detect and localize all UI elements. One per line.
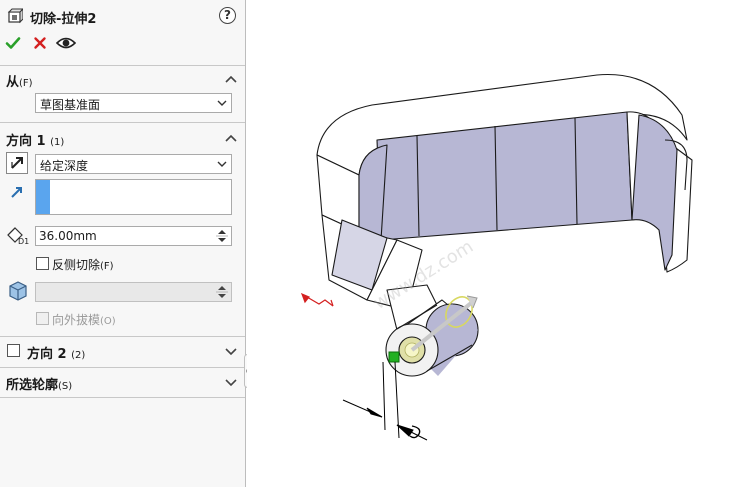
selected-contours-shortcut: (S) (58, 381, 73, 392)
triad-icon (300, 292, 334, 307)
divider (0, 65, 245, 66)
direction1-shortcut: (1) (50, 137, 65, 148)
cancel-x-icon[interactable] (32, 35, 48, 51)
end-condition-value: 给定深度 (40, 159, 89, 173)
draft-toggle-button[interactable] (6, 280, 28, 302)
start-condition-value: 草图基准面 (40, 98, 101, 112)
property-manager-panel: 切除-拉伸2 ? 从(F) 草图基准面 方向 1 (1) 给定深度 D1 36.… (0, 0, 246, 487)
start-condition-select[interactable]: 草图基准面 (35, 93, 232, 113)
spin-arrows-icon[interactable] (215, 284, 229, 300)
draft-angle-input[interactable] (35, 282, 232, 302)
draft-outward-text: 向外拔模 (52, 313, 101, 327)
direction2-label: 方向 2 (27, 347, 67, 362)
feature-title: 切除-拉伸2 (30, 12, 97, 27)
flip-side-shortcut: (F) (100, 261, 114, 272)
direction2-shortcut: (2) (71, 350, 86, 361)
divider (0, 336, 245, 337)
depth-dimension-icon: D1 (7, 227, 29, 245)
eye-icon[interactable] (56, 36, 76, 50)
divider (0, 397, 245, 398)
direction2-section-header[interactable]: 方向 2 (2) (27, 343, 85, 362)
direction1-label: 方向 1 (6, 134, 46, 149)
divider (0, 367, 245, 368)
selection-highlight (36, 180, 50, 214)
chevron-up-icon[interactable] (224, 74, 238, 84)
model-canvas[interactable]: www.dz.com (247, 0, 732, 487)
property-manager-header: 切除-拉伸2 ? (0, 0, 246, 32)
help-button[interactable]: ? (219, 7, 236, 24)
chevron-down-icon[interactable] (224, 377, 238, 387)
svg-text:D1: D1 (18, 237, 29, 245)
selected-contours-label: 所选轮廓 (6, 378, 59, 393)
direction-selection-box[interactable] (35, 179, 232, 215)
direction1-section-header[interactable]: 方向 1 (1) (6, 130, 64, 149)
spin-arrows-icon[interactable] (215, 228, 229, 244)
flip-side-text: 反侧切除 (52, 258, 101, 272)
direction2-checkbox[interactable] (7, 344, 20, 357)
from-section-label: 从 (6, 75, 20, 90)
draft-outward-checkbox[interactable] (36, 312, 49, 325)
draft-icon (9, 281, 27, 301)
solidworks-window: 切除-拉伸2 ? 从(F) 草图基准面 方向 1 (1) 给定深度 D1 36.… (0, 0, 732, 487)
chevron-down-icon[interactable] (224, 346, 238, 356)
extrude-cut-icon (7, 8, 23, 24)
direction-vector-icon (11, 187, 22, 198)
ok-check-icon[interactable] (5, 35, 21, 51)
end-condition-select[interactable]: 给定深度 (35, 154, 232, 174)
chevron-up-icon[interactable] (224, 133, 238, 143)
draft-outward-label: 向外拔模(O) (52, 311, 116, 328)
reverse-direction-button[interactable] (6, 152, 28, 174)
part-model[interactable] (316, 73, 693, 377)
graphics-viewport[interactable]: www.dz.com (247, 0, 732, 487)
depth-value: 36.00mm (39, 229, 97, 243)
chevron-down-icon (217, 100, 227, 106)
selection-handle[interactable] (388, 351, 400, 363)
reverse-direction-icon (11, 157, 23, 169)
selected-contours-header[interactable]: 所选轮廓(S) (6, 374, 72, 393)
from-section-shortcut: (F) (19, 78, 33, 89)
from-section-header[interactable]: 从(F) (6, 71, 33, 90)
flip-side-label: 反侧切除(F) (52, 256, 114, 273)
draft-outward-shortcut: (O) (100, 316, 116, 327)
chevron-down-icon (217, 161, 227, 167)
depth-input[interactable]: 36.00mm (35, 226, 232, 246)
flip-side-checkbox[interactable] (36, 257, 49, 270)
divider (0, 122, 245, 123)
